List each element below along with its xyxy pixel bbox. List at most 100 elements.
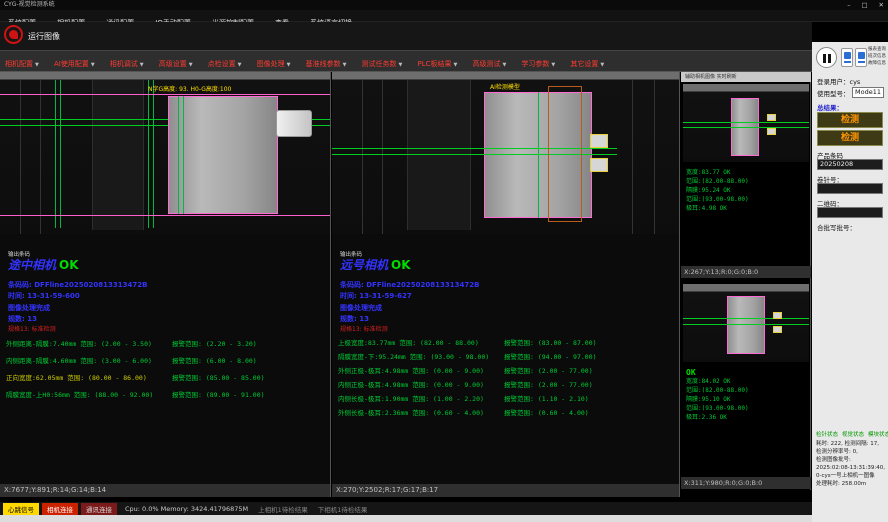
mid-spec-note: 规格13: 标准检测 xyxy=(340,324,388,333)
query-fault[interactable]: 故障信息 xyxy=(868,60,886,67)
aux2-coord-readout: X:311;Y:980;R:0;G:0;B:0 xyxy=(681,477,811,489)
mid-result-status: OK xyxy=(391,258,411,272)
chevron-down-icon: ▼ xyxy=(551,62,555,68)
left-time: 时间: 13-31-59-600 xyxy=(8,291,80,301)
query-shift[interactable]: 班次信息 xyxy=(868,53,886,60)
left-camera-panel: N字G高度: 93. H0-G高度:100 输出条码 途中相机OK 条码码: D… xyxy=(0,72,331,484)
measure-row: 上极宽度:83.77mm 范围: (82.00 - 88.00)报警范围: (8… xyxy=(338,337,677,351)
measure-row: 隔膜宽度-下:95.24mm 范围: (93.00 - 98.00)报警范围: … xyxy=(338,351,677,365)
login-user-row: 登录用户：cys xyxy=(817,76,860,86)
left-result-status: OK xyxy=(59,258,79,272)
chevron-down-icon: ▼ xyxy=(600,62,604,68)
minimize-button[interactable]: – xyxy=(847,0,850,10)
config-toolbar: 相机配置▼ AI使用配置▼ 相机调试▼ 高级设置▼ 点检设置▼ 图像处理▼ 基准… xyxy=(0,50,812,72)
mid-measurement-rows: 上极宽度:83.77mm 范围: (82.00 - 88.00)报警范围: (8… xyxy=(338,337,677,421)
pause-button[interactable] xyxy=(816,47,837,68)
aux-header: 辅助相机图像 实时刷新 xyxy=(681,72,811,82)
camera-link-indicator: 相机连接 xyxy=(42,503,78,515)
measure-row: 外侧长极-极耳:2.36mm 范围: (0.60 - 4.00)报警范围: (0… xyxy=(338,407,677,421)
measure-row: 内侧正极-极耳:4.98mm 范围: (0.00 - 9.00)报警范围: (2… xyxy=(338,379,677,393)
left-spec: 规数: 13 xyxy=(8,314,37,324)
footer-info-lines: 耗时: 222, 检测间隔: 17, 检测分辨率号: 0, 检测图像批号: 20… xyxy=(816,440,886,488)
qr-field[interactable] xyxy=(817,207,883,218)
left-spec-note: 规格13: 标准检测 xyxy=(8,324,56,333)
left-barcode: 条码码: DFFline2025020813313472B xyxy=(8,280,147,290)
tab-run-image[interactable]: 运行图像 xyxy=(28,31,60,42)
aux-camera-column: 辅助相机图像 实时刷新 宽度:83.77 OK 范围:(82.00-88.00)… xyxy=(681,72,811,490)
status-badge: 检测 xyxy=(817,112,883,128)
quick-query-list: 报表查询 班次信息 故障信息 xyxy=(868,46,886,67)
heartbeat-indicator: 心跳信号 xyxy=(3,503,39,515)
tab-blob xyxy=(590,134,608,148)
chevron-down-icon: ▼ xyxy=(343,62,347,68)
comm-link-indicator: 通讯连接 xyxy=(81,503,117,515)
title-bar: CYG-视觉检测系统 – □ ✕ xyxy=(0,0,888,10)
chevron-down-icon: ▼ xyxy=(502,62,506,68)
aux2-result-lines: OK 宽度:84.02 OK 范围:(82.00-88.00) 隔膜:95.10… xyxy=(686,368,749,422)
app-logo-icon xyxy=(4,25,23,44)
measure-row: 内侧距离-隔膜:4.60mm 范围: (3.00 - 6.00)报警范围: (6… xyxy=(6,355,328,372)
ai-detect-box xyxy=(548,86,582,222)
spool-field[interactable] xyxy=(817,183,883,194)
mid-spec: 规数: 13 xyxy=(340,314,369,324)
tab-blob xyxy=(590,158,608,172)
aux-camera-image-2[interactable] xyxy=(683,284,809,362)
aux1-result-lines: 宽度:83.77 OK 范围:(82.00-88.00) 隔膜:95.24 OK… xyxy=(686,168,749,213)
left-overlay-label: N字G高度: 93. H0-G高度:100 xyxy=(148,84,231,93)
record-button[interactable] xyxy=(855,48,867,67)
snapshot-button[interactable] xyxy=(841,48,853,67)
camera-icon xyxy=(844,52,851,59)
mid-barcode: 条码码: DFFline2025020813313472B xyxy=(340,280,479,290)
device-states: 检针状态视觉状态模块状态 xyxy=(816,430,888,438)
total-result-label: 总结果： xyxy=(817,102,843,112)
measure-row: 外侧距离-隔膜:7.40mm 范围: (2.00 - 3.50)报警范围: (2… xyxy=(6,338,328,355)
chevron-down-icon: ▼ xyxy=(399,62,403,68)
mid-overlay-label: AI检测模型 xyxy=(490,82,520,91)
mid-result-title: 远号相机OK xyxy=(340,256,411,273)
header-band: 运行图像 xyxy=(0,22,812,50)
chevron-down-icon: ▼ xyxy=(238,62,242,68)
maximize-button[interactable]: □ xyxy=(861,0,867,10)
measure-row: 隔膜宽度-上H0:56mm 范围: (88.00 - 92.00)报警范围: (… xyxy=(6,389,328,406)
mid-coord-readout: X:270;Y:2502;R:17;G:17;B:17 xyxy=(332,484,680,497)
mid-process-status: 图像处理完成 xyxy=(340,303,382,313)
left-measurement-rows: 外侧距离-隔膜:7.40mm 范围: (2.00 - 3.50)报警范围: (2… xyxy=(6,338,328,406)
aux1-coord-readout: X:267;Y:13;R:0;G:0;B:0 xyxy=(681,266,811,278)
status-bar: 心跳信号 相机连接 通讯连接 Cpu: 0.0% Memory: 3424.41… xyxy=(0,502,812,515)
left-camera-image[interactable]: N字G高度: 93. H0-G高度:100 xyxy=(0,72,330,234)
bottom-strip xyxy=(0,515,812,522)
menu-bar: 系统配置 相机配置 通讯配置 IO手动配置 光源控制配置 查看 系统语言切换 xyxy=(0,10,888,22)
connector-part xyxy=(276,110,312,137)
right-panel-top-filler xyxy=(812,22,888,42)
left-cell-region xyxy=(168,96,278,214)
status-badge: 检测 xyxy=(817,130,883,146)
chevron-down-icon: ▼ xyxy=(189,62,193,68)
query-report[interactable]: 报表查询 xyxy=(868,46,886,53)
chevron-down-icon: ▼ xyxy=(91,62,95,68)
mid-camera-image[interactable]: AI检测模型 xyxy=(332,72,679,234)
aux2-status: OK xyxy=(686,368,749,377)
aux-camera-image-1[interactable] xyxy=(683,84,809,162)
pending-top-result: 上相机1待检结果 xyxy=(258,504,308,514)
login-user-value: cys xyxy=(850,78,861,86)
cpu-memory-readout: Cpu: 0.0% Memory: 3424.41796875M xyxy=(125,505,248,513)
left-process-status: 图像处理完成 xyxy=(8,303,50,313)
app-window: CYG-视觉检测系统 – □ ✕ 系统配置 相机配置 通讯配置 IO手动配置 光… xyxy=(0,0,888,522)
close-button[interactable]: ✕ xyxy=(879,0,884,10)
model-select[interactable]: Mode11 xyxy=(852,87,884,98)
measure-row: 正向宽度:62.05mm 范围: (80.00 - 86.00)报警范围: (8… xyxy=(6,372,328,389)
left-result-title: 途中相机OK xyxy=(8,256,79,273)
chevron-down-icon: ▼ xyxy=(287,62,291,68)
right-info-panel: 报表查询 班次信息 故障信息 登录用户：cys 使用型号： Mode11 总结果… xyxy=(812,42,888,522)
pending-bottom-result: 下相机1待检结果 xyxy=(318,504,368,514)
model-label: 使用型号： xyxy=(817,88,850,98)
barcode-field[interactable]: 20250208 xyxy=(817,159,883,170)
measure-row: 内侧长极-极耳:1.90mm 范围: (1.00 - 2.20)报警范围: (1… xyxy=(338,393,677,407)
mid-time: 时间: 13-31-59-627 xyxy=(340,291,412,301)
record-icon xyxy=(858,52,865,59)
chevron-down-icon: ▼ xyxy=(140,62,144,68)
measure-row: 外侧正极-极耳:4.98mm 范围: (0.00 - 9.00)报警范围: (2… xyxy=(338,365,677,379)
batch-label: 合批写批号： xyxy=(817,222,856,232)
left-coord-readout: X:7677;Y:891;R:14;G:14;B:14 xyxy=(0,484,331,497)
chevron-down-icon: ▼ xyxy=(454,62,458,68)
